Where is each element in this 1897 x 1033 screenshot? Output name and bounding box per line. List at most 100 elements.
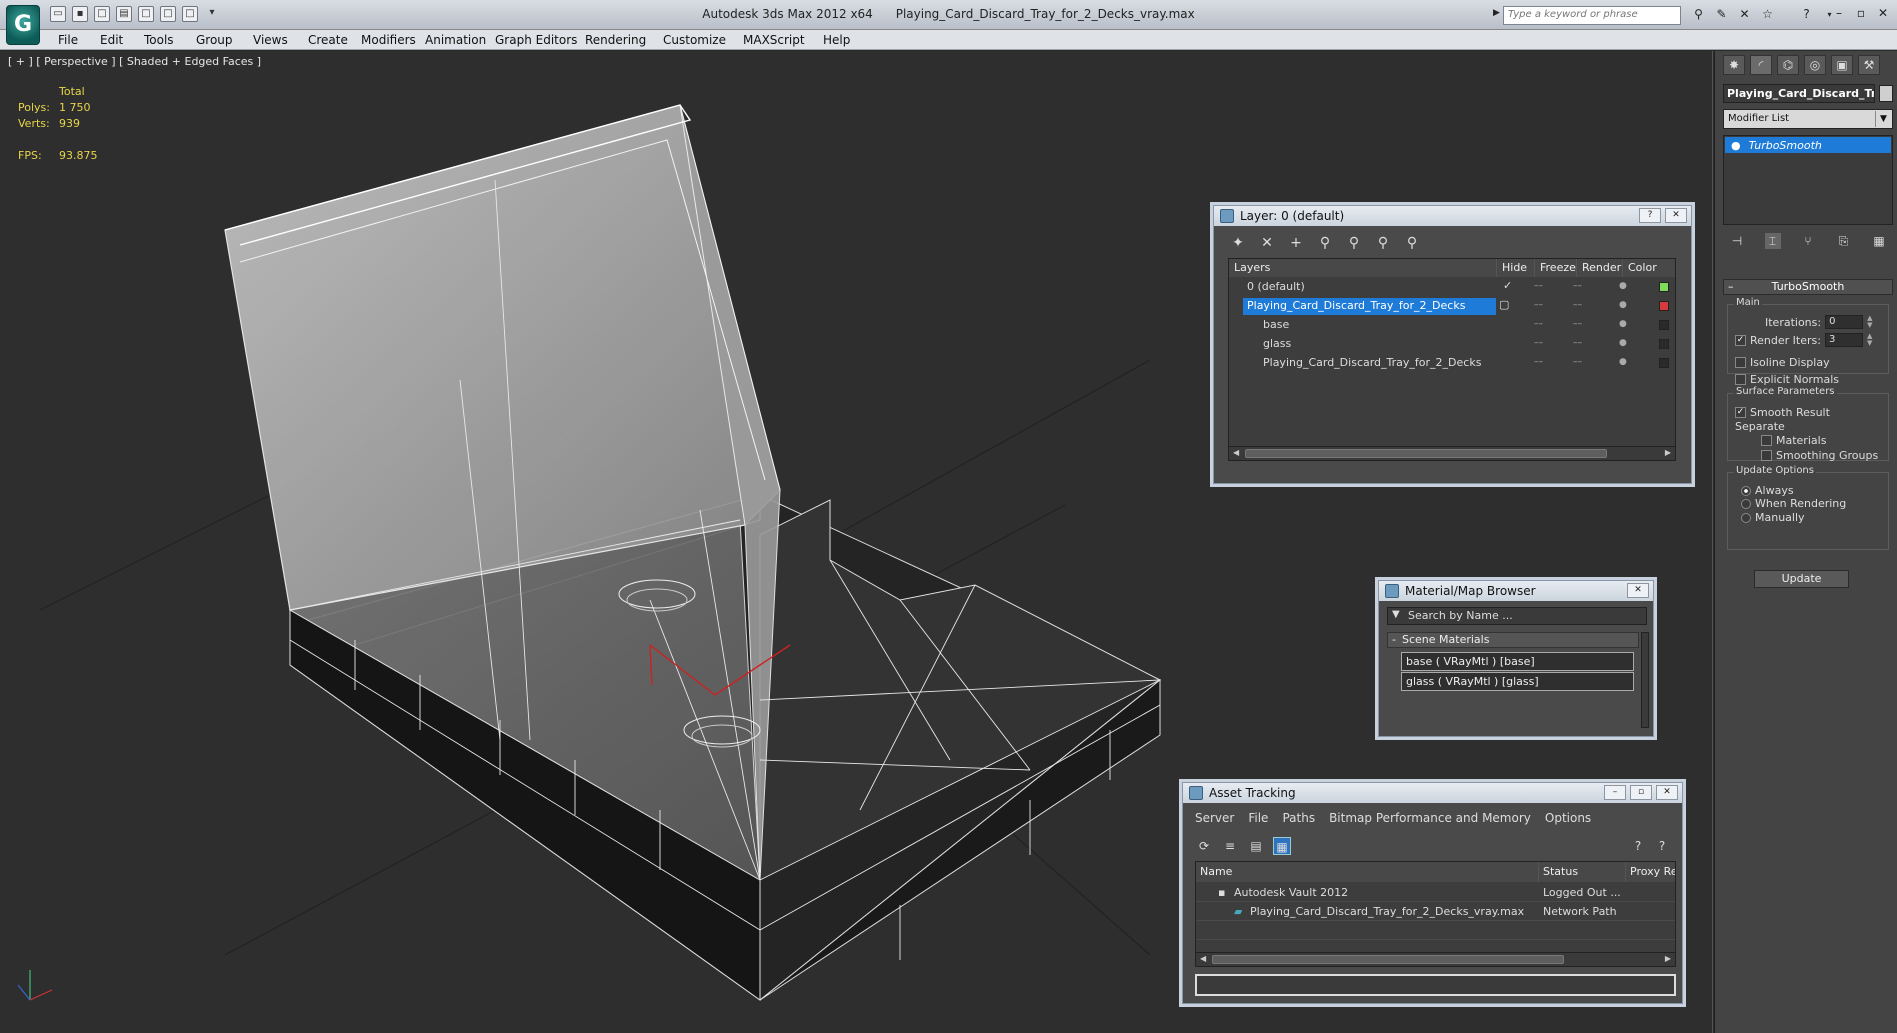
hide-toggle[interactable]: –– [1534, 281, 1543, 291]
display-tab-icon[interactable]: ▣ [1831, 55, 1853, 75]
toolbar-dropdown-icon[interactable]: ▾ [204, 6, 220, 22]
menu-rendering[interactable]: Rendering [585, 33, 646, 47]
scroll-right-icon[interactable]: ▶ [1665, 448, 1671, 457]
render-teapot-icon[interactable]: ● [1619, 357, 1627, 367]
asset-menu-options[interactable]: Options [1545, 811, 1591, 825]
scroll-thumb[interactable] [1245, 449, 1607, 458]
layer-select-box-icon[interactable]: ▢ [1499, 298, 1509, 311]
freeze-toggle[interactable]: –– [1573, 281, 1582, 291]
scroll-left-icon[interactable]: ◀ [1200, 954, 1206, 963]
new-scene-icon[interactable]: □ [94, 6, 110, 22]
smooth-result-checkbox[interactable]: ✓ [1735, 407, 1746, 418]
update-button[interactable]: Update [1754, 570, 1849, 588]
close-icon[interactable]: ✕ [1627, 583, 1649, 598]
hierarchy-tab-icon[interactable]: ⌬ [1777, 55, 1799, 75]
add-to-layer-icon[interactable]: + [1286, 234, 1306, 252]
table-view-icon[interactable]: ▤ [1247, 837, 1265, 855]
highlight-layer-icon[interactable]: ⚲ [1344, 234, 1364, 252]
object-color-swatch[interactable] [1879, 85, 1893, 102]
always-radio[interactable] [1741, 485, 1751, 496]
close-icon[interactable]: ✕ [1875, 5, 1891, 21]
col-render[interactable]: Render [1577, 259, 1623, 277]
open-file-icon[interactable]: ▭ [50, 6, 66, 22]
asset-menu-server[interactable]: Server [1195, 811, 1234, 825]
menu-customize[interactable]: Customize [663, 33, 726, 47]
col-name[interactable]: Name [1196, 862, 1539, 882]
hide-toggle[interactable]: –– [1534, 357, 1543, 367]
create-layer-icon[interactable]: ✦ [1228, 234, 1248, 252]
save-file-icon[interactable]: ▪ [72, 6, 88, 22]
viewport-label[interactable]: [ + ] [ Perspective ] [ Shaded + Edged F… [8, 55, 261, 68]
binoculars-icon[interactable]: ⚲ [1690, 6, 1707, 23]
scene-materials-group[interactable]: - Scene Materials [1387, 632, 1639, 648]
menu-maxscript[interactable]: MAXScript [743, 33, 805, 47]
menu-modifiers[interactable]: Modifiers [361, 33, 416, 47]
scroll-right-icon[interactable]: ▶ [1665, 954, 1671, 963]
isoline-checkbox[interactable] [1735, 357, 1746, 368]
asset-row[interactable]: ▪ Autodesk Vault 2012 Logged Out ... [1196, 883, 1675, 902]
layer-row[interactable]: Playing_Card_Discard_Tray_for_2_Decks ▢ … [1229, 297, 1675, 316]
help-icon[interactable]: ? [1629, 837, 1647, 855]
communication-icon[interactable]: ✕ [1736, 6, 1753, 23]
col-status[interactable]: Status [1539, 862, 1626, 882]
app-logo-icon[interactable]: G [6, 5, 40, 45]
menu-create[interactable]: Create [308, 33, 348, 47]
menu-graph-editors[interactable]: Graph Editors [495, 33, 577, 47]
modify-tab-icon[interactable]: ◜ [1750, 55, 1772, 75]
modifier-stack[interactable]: ● TurboSmooth [1723, 135, 1893, 225]
close-icon[interactable]: ✕ [1656, 785, 1678, 800]
scroll-left-icon[interactable]: ◀ [1233, 448, 1239, 457]
menu-views[interactable]: Views [253, 33, 288, 47]
col-hide[interactable]: Hide [1497, 259, 1535, 277]
active-layer-check-icon[interactable]: ✓ [1503, 279, 1512, 292]
minimize-icon[interactable]: – [1831, 5, 1847, 21]
material-browser-titlebar[interactable]: Material/Map Browser ✕ [1379, 581, 1653, 601]
render-teapot-icon[interactable]: ● [1619, 338, 1627, 348]
material-search-input[interactable]: ▼ Search by Name ... [1387, 607, 1647, 625]
col-layers[interactable]: Layers [1229, 259, 1497, 277]
help-search-input[interactable]: Type a keyword or phrase [1503, 6, 1681, 25]
asset-menu-bitmap-performance[interactable]: Bitmap Performance and Memory [1329, 811, 1531, 825]
spinner-arrows-icon[interactable]: ▲ ▼ [1867, 315, 1875, 329]
object-name-field[interactable]: Playing_Card_Discard_Tr [1723, 84, 1875, 103]
help-icon[interactable]: ? [1639, 208, 1661, 223]
minimize-icon[interactable]: – [1604, 785, 1626, 800]
show-end-result-icon[interactable]: ⌶ [1764, 233, 1781, 249]
restore-icon[interactable]: ▫ [1853, 5, 1869, 21]
render-teapot-icon[interactable]: ● [1619, 281, 1627, 291]
help-icon[interactable]: ? [1798, 6, 1815, 23]
hide-toggle[interactable]: –– [1534, 338, 1543, 348]
col-freeze[interactable]: Freeze [1535, 259, 1577, 277]
context-help-icon[interactable]: ? [1653, 837, 1671, 855]
asset-path-field[interactable] [1195, 974, 1676, 996]
undo-icon[interactable]: □ [138, 6, 154, 22]
when-rendering-radio[interactable] [1741, 498, 1751, 509]
layer-row[interactable]: 0 (default) ✓ –– –– ● [1229, 278, 1675, 297]
project-folder-icon[interactable]: ▤ [116, 6, 132, 22]
col-color[interactable]: Color [1623, 259, 1675, 277]
render-iters-spinner[interactable]: 3 [1824, 333, 1863, 347]
hide-all-icon[interactable]: ⚲ [1373, 234, 1393, 252]
menu-edit[interactable]: Edit [100, 33, 123, 47]
hide-toggle[interactable]: –– [1534, 319, 1543, 329]
layer-horizontal-scrollbar[interactable]: ◀ ▶ [1229, 446, 1675, 460]
freeze-toggle[interactable]: –– [1573, 319, 1582, 329]
configure-sets-icon[interactable]: ▦ [1871, 233, 1887, 249]
layer-row[interactable]: Playing_Card_Discard_Tray_for_2_Decks ––… [1229, 354, 1675, 373]
layer-color-swatch[interactable] [1659, 320, 1669, 330]
iterations-spinner[interactable]: 0 [1825, 315, 1864, 329]
favorites-star-icon[interactable]: ☆ [1759, 6, 1776, 23]
utilities-tab-icon[interactable]: ⚒ [1858, 55, 1880, 75]
menu-file[interactable]: File [58, 33, 78, 47]
remove-modifier-icon[interactable]: ⎘ [1836, 233, 1852, 249]
material-item-base[interactable]: base ( VRayMtl ) [base] [1401, 652, 1634, 671]
asset-menu-file[interactable]: File [1248, 811, 1268, 825]
make-unique-icon[interactable]: ⑂ [1800, 233, 1816, 249]
delete-layer-icon[interactable]: ✕ [1257, 234, 1277, 252]
freeze-toggle[interactable]: –– [1573, 357, 1582, 367]
stack-item-turbosmooth[interactable]: ● TurboSmooth [1725, 137, 1891, 153]
spinner-arrows-icon[interactable]: ▲ ▼ [1867, 333, 1875, 347]
scroll-thumb[interactable] [1212, 955, 1564, 964]
menu-group[interactable]: Group [196, 33, 233, 47]
smoothing-groups-checkbox[interactable] [1761, 450, 1772, 461]
